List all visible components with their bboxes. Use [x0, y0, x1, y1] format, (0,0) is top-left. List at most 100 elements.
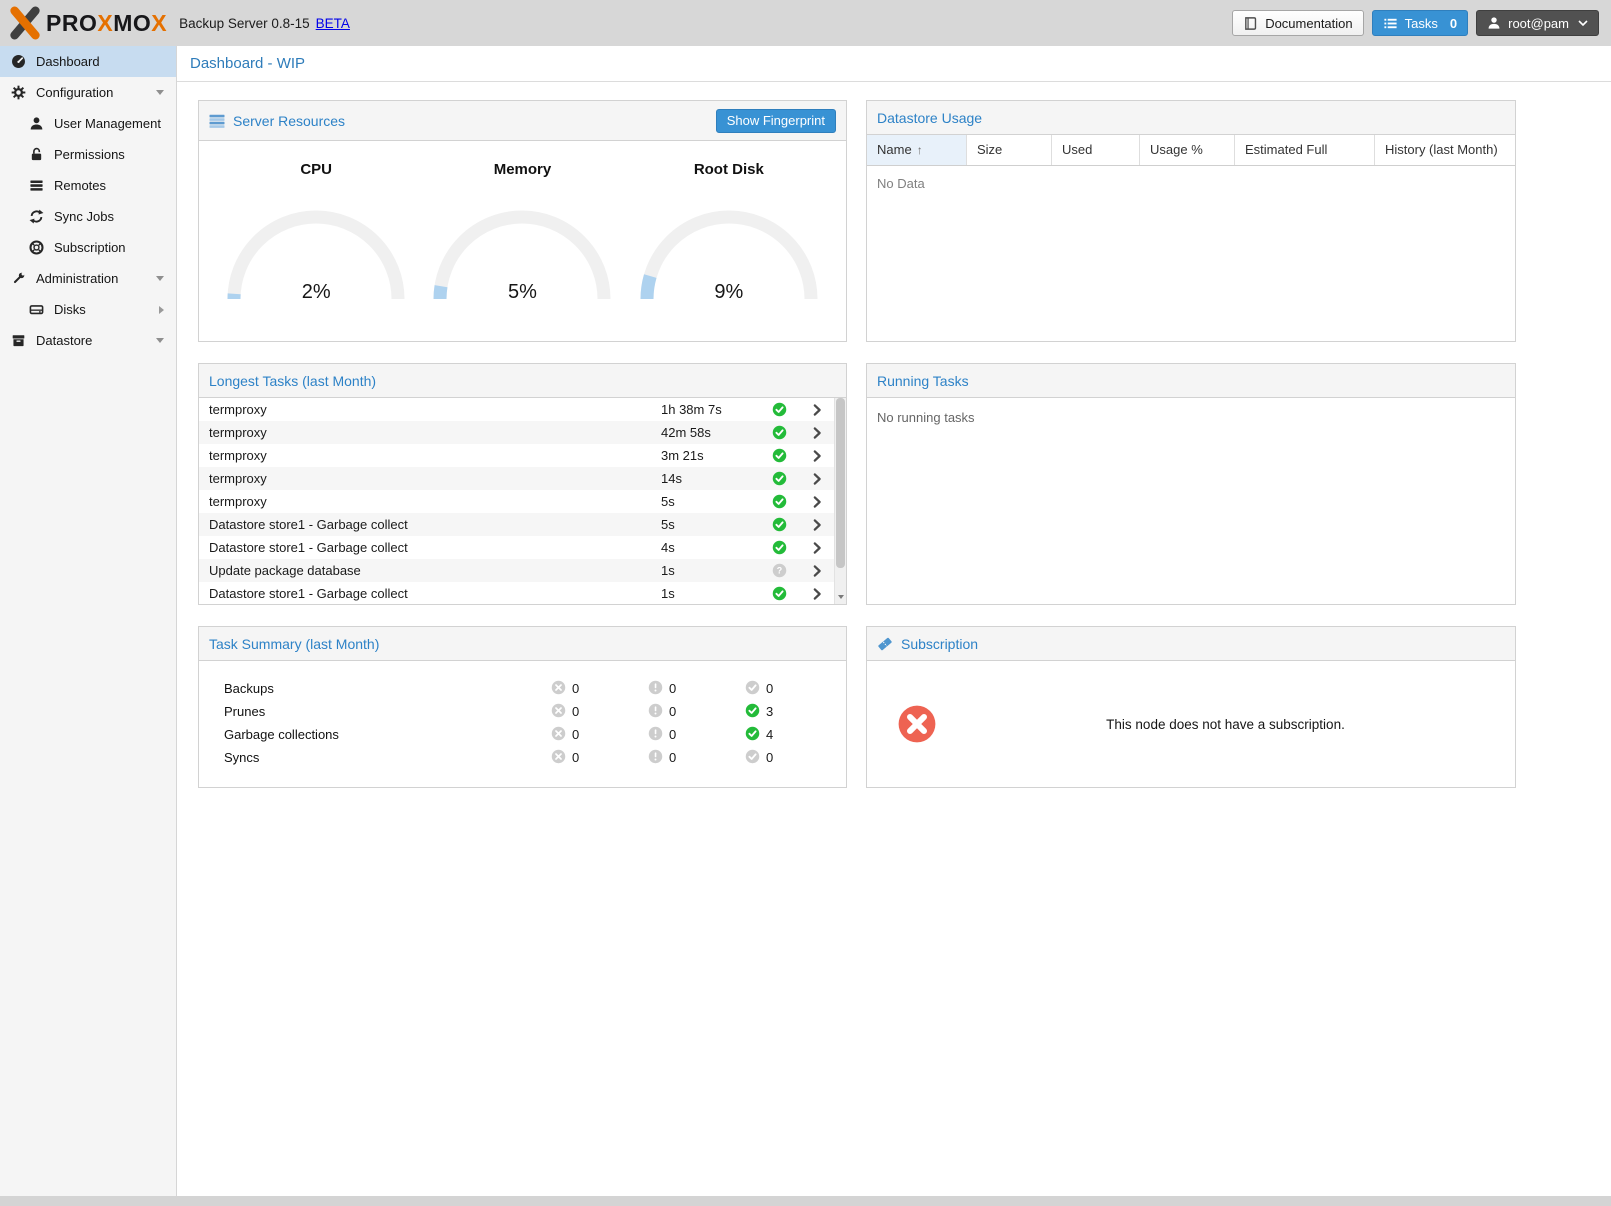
task-name: Datastore store1 - Garbage collect — [209, 586, 661, 601]
masthead-actions: Documentation Tasks 0 root@pam — [1232, 10, 1599, 36]
tasks-button[interactable]: Tasks 0 — [1372, 10, 1468, 36]
column-header-used[interactable]: Used — [1052, 135, 1140, 165]
status-ok-icon — [761, 448, 797, 463]
user-icon — [1487, 16, 1501, 30]
column-header-name[interactable]: Name↑ — [867, 135, 967, 165]
book-icon — [1243, 16, 1258, 31]
sidebar-item-user-management[interactable]: User Management — [0, 108, 176, 139]
brand-text: PROXMOX — [46, 12, 167, 35]
sidebar-item-remotes[interactable]: Remotes — [0, 170, 176, 201]
status-bar — [0, 1196, 1611, 1206]
task-row[interactable]: termproxy1h 38m 7s — [199, 398, 834, 421]
documentation-button[interactable]: Documentation — [1232, 10, 1363, 36]
summary-warnings: 0 — [648, 726, 745, 744]
sidebar-item-dashboard[interactable]: Dashboard — [0, 46, 176, 77]
chevron-down-icon — [1578, 20, 1588, 26]
sidebar-item-label: Administration — [36, 271, 118, 286]
sidebar-item-configuration[interactable]: Configuration — [0, 77, 176, 108]
task-row[interactable]: Update package database1s? — [199, 559, 834, 582]
error-count: 0 — [572, 704, 579, 719]
gauge-value: 5% — [427, 281, 617, 304]
column-header-usage[interactable]: Usage % — [1140, 135, 1235, 165]
open-task-button[interactable] — [797, 518, 837, 532]
collapse-arrow-icon[interactable] — [156, 338, 164, 343]
summary-label: Syncs — [224, 750, 551, 765]
open-task-button[interactable] — [797, 495, 837, 509]
show-fingerprint-button[interactable]: Show Fingerprint — [716, 109, 836, 133]
task-row[interactable]: Datastore store1 - Garbage collect1s — [199, 582, 834, 604]
summary-warnings: 0 — [648, 680, 745, 698]
open-task-button[interactable] — [797, 449, 837, 463]
wrench-icon — [10, 271, 27, 286]
warning-icon — [648, 703, 663, 721]
task-row[interactable]: termproxy3m 21s — [199, 444, 834, 467]
task-name: Datastore store1 - Garbage collect — [209, 517, 661, 532]
status-ok-icon — [761, 425, 797, 440]
collapse-arrow-icon[interactable] — [156, 276, 164, 281]
task-row[interactable]: termproxy42m 58s — [199, 421, 834, 444]
column-header-estimated-full[interactable]: Estimated Full — [1235, 135, 1375, 165]
status-ok-icon — [761, 402, 797, 417]
sidebar-item-permissions[interactable]: Permissions — [0, 139, 176, 170]
sidebar-item-sync-jobs[interactable]: Sync Jobs — [0, 201, 176, 232]
ok-icon — [745, 703, 760, 721]
open-task-button[interactable] — [797, 587, 837, 601]
no-subscription-icon — [898, 705, 936, 743]
sidebar-item-subscription[interactable]: Subscription — [0, 232, 176, 263]
task-summary-title: Task Summary (last Month) — [209, 636, 379, 652]
gauge-arc: 5% — [427, 202, 617, 306]
user-menu-button[interactable]: root@pam — [1476, 10, 1599, 36]
summary-label: Backups — [224, 681, 551, 696]
task-row[interactable]: termproxy14s — [199, 467, 834, 490]
open-task-button[interactable] — [797, 472, 837, 486]
sidebar-item-disks[interactable]: Disks — [0, 294, 176, 325]
task-row[interactable]: Datastore store1 - Garbage collect4s — [199, 536, 834, 559]
lifering-icon — [28, 240, 45, 255]
ok-count: 0 — [766, 681, 773, 696]
task-row[interactable]: termproxy5s — [199, 490, 834, 513]
task-duration: 5s — [661, 517, 761, 532]
sidebar-item-label: Sync Jobs — [54, 209, 114, 224]
user-icon — [28, 116, 45, 131]
sidebar-item-administration[interactable]: Administration — [0, 263, 176, 294]
datastore-usage-panel: Datastore Usage Name↑SizeUsedUsage %Esti… — [866, 100, 1516, 342]
column-header-history-last-month[interactable]: History (last Month) — [1375, 135, 1515, 165]
scrollbar[interactable] — [834, 398, 846, 604]
datastore-usage-header: Datastore Usage — [867, 101, 1515, 135]
open-task-button[interactable] — [797, 564, 837, 578]
sync-icon — [28, 209, 45, 224]
open-task-button[interactable] — [797, 541, 837, 555]
column-label: Name — [877, 142, 912, 157]
scrollbar-thumb[interactable] — [836, 398, 845, 568]
task-row[interactable]: Datastore store1 - Garbage collect5s — [199, 513, 834, 536]
gauge-cpu: CPU2% — [213, 161, 419, 309]
open-task-button[interactable] — [797, 403, 837, 417]
main-content: Dashboard - WIP Server Resources Show Fi… — [177, 46, 1611, 1196]
open-task-button[interactable] — [797, 426, 837, 440]
scrollbar-down-button[interactable] — [835, 590, 846, 604]
user-menu-label: root@pam — [1508, 16, 1569, 31]
page-title: Dashboard - WIP — [177, 46, 1611, 82]
task-name: Update package database — [209, 563, 661, 578]
collapse-arrow-icon[interactable] — [156, 90, 164, 95]
task-duration: 5s — [661, 494, 761, 509]
error-icon — [551, 703, 566, 721]
brand-letter: X — [97, 10, 113, 36]
warning-count: 0 — [669, 681, 676, 696]
svg-text:?: ? — [776, 566, 781, 576]
beta-link[interactable]: BETA — [316, 16, 350, 31]
subscription-title: Subscription — [901, 636, 978, 652]
warning-icon — [648, 749, 663, 767]
subscription-message: This node does not have a subscription. — [936, 717, 1515, 732]
gauge-value: 9% — [634, 281, 824, 304]
column-header-size[interactable]: Size — [967, 135, 1052, 165]
expand-arrow-icon[interactable] — [159, 306, 164, 314]
running-tasks-empty-text: No running tasks — [867, 398, 1515, 437]
task-summary-panel: Task Summary (last Month) Backups 0 0 0 Prun… — [198, 626, 847, 788]
server-resources-header: Server Resources Show Fingerprint — [199, 101, 846, 141]
sidebar-item-label: Configuration — [36, 85, 113, 100]
summary-row-garbage-collections: Garbage collections004 — [199, 723, 846, 746]
sidebar-item-label: Remotes — [54, 178, 106, 193]
summary-label: Prunes — [224, 704, 551, 719]
sidebar-item-datastore[interactable]: Datastore — [0, 325, 176, 356]
